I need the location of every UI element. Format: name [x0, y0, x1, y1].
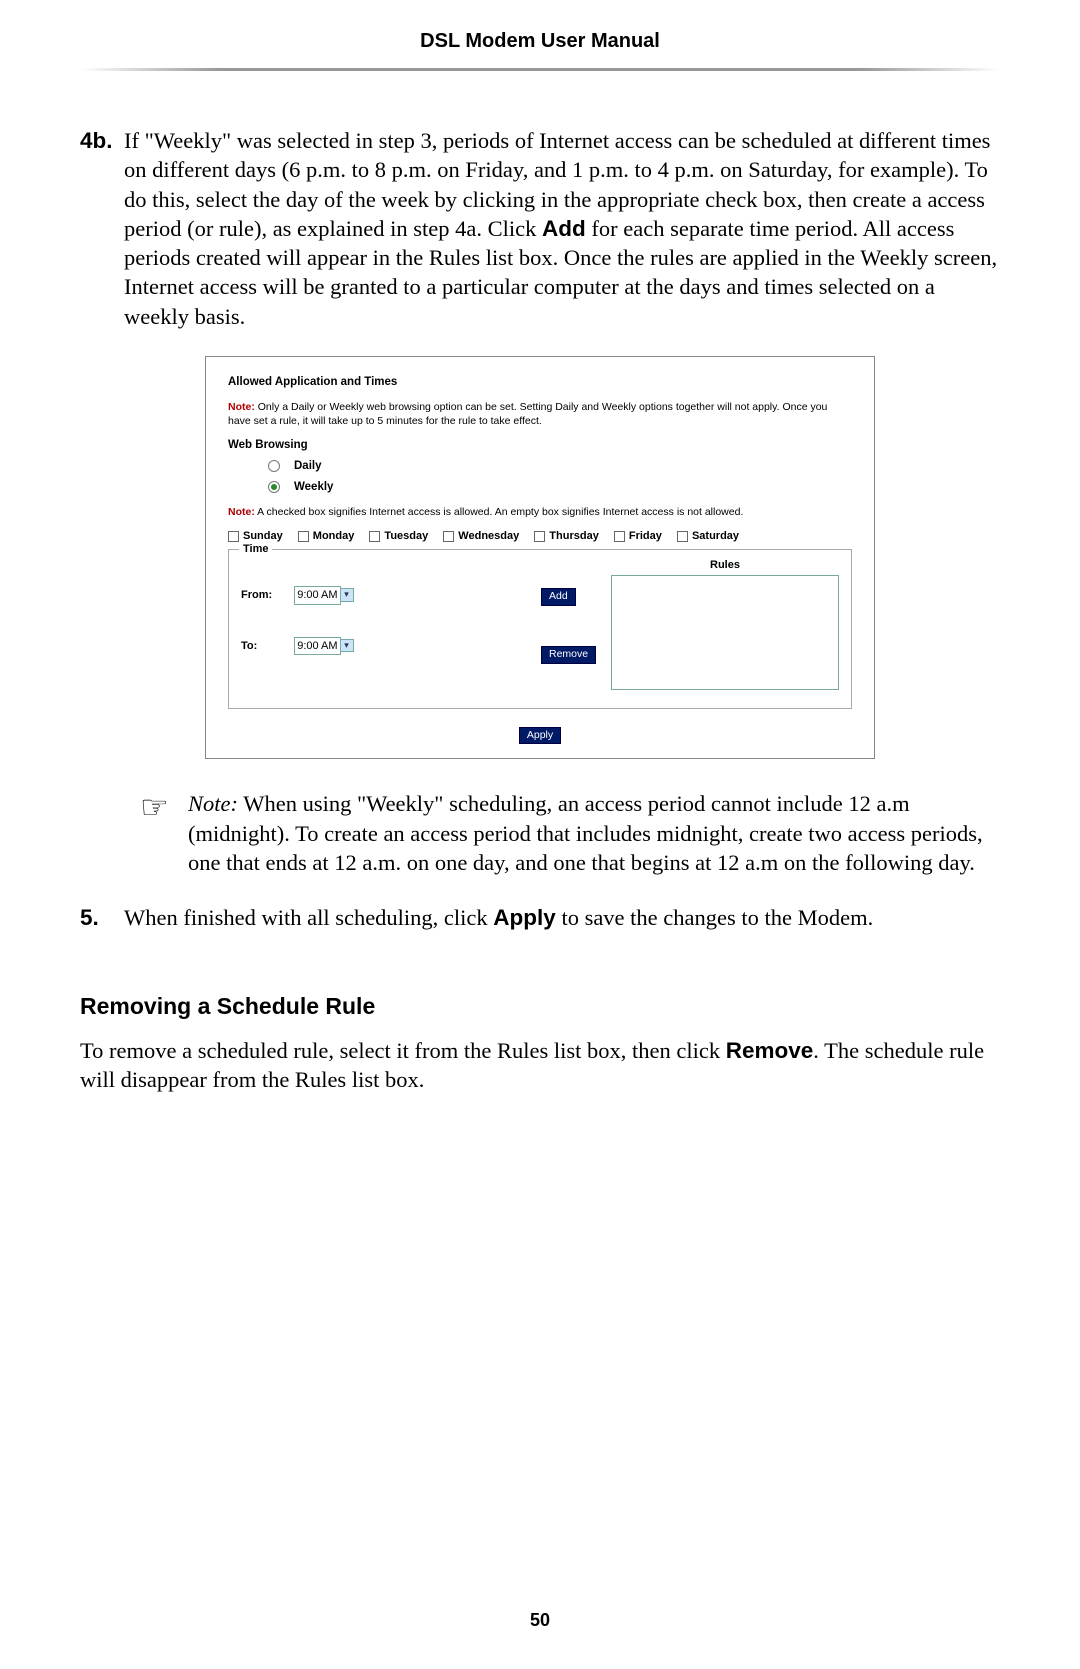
add-word: Add — [542, 216, 586, 241]
body-content: 4b. If "Weekly" was selected in step 3, … — [80, 126, 1000, 1095]
chk-wednesday[interactable] — [443, 531, 454, 542]
note1-text: Only a Daily or Weekly web browsing opti… — [228, 401, 827, 427]
add-button[interactable]: Add — [541, 588, 576, 606]
day-thursday[interactable]: Thursday — [534, 529, 599, 543]
note2-label: Note: — [228, 506, 255, 518]
panel-title: Allowed Application and Times — [228, 375, 852, 390]
lbl-tuesday: Tuesday — [384, 530, 428, 542]
chk-tuesday[interactable] — [369, 531, 380, 542]
panel-note2: Note: A checked box signifies Internet a… — [228, 505, 852, 519]
screenshot-wrap: Allowed Application and Times Note: Only… — [80, 356, 1000, 760]
day-saturday[interactable]: Saturday — [677, 529, 739, 543]
page-header: DSL Modem User Manual — [80, 30, 1000, 68]
header-divider — [80, 68, 1000, 71]
day-sunday[interactable]: Sunday — [228, 529, 283, 543]
step-5: 5. When finished with all scheduling, cl… — [80, 903, 1000, 932]
removing-heading: Removing a Schedule Rule — [80, 992, 1000, 1022]
note1-label: Note: — [228, 401, 255, 413]
radio-weekly-circle[interactable] — [268, 481, 280, 493]
day-wednesday[interactable]: Wednesday — [443, 529, 519, 543]
note2-text: A checked box signifies Internet access … — [255, 506, 744, 518]
lbl-monday: Monday — [313, 530, 355, 542]
time-fieldset: Time From: 9:00 AM▾ To: 9:00 AM▾ Add — [228, 549, 852, 708]
day-friday[interactable]: Friday — [614, 529, 662, 543]
radio-daily[interactable]: Daily — [268, 459, 852, 474]
radio-daily-label: Daily — [294, 460, 322, 472]
note-text: Note: When using "Weekly" scheduling, an… — [188, 789, 1000, 877]
step-4b-number: 4b. — [80, 126, 124, 331]
to-label: To: — [241, 639, 291, 653]
radio-weekly-label: Weekly — [294, 481, 333, 493]
apply-word: Apply — [493, 905, 556, 930]
page-number: 50 — [0, 1610, 1080, 1631]
removing-before: To remove a scheduled rule, select it fr… — [80, 1038, 726, 1063]
from-select[interactable]: 9:00 AM — [294, 586, 340, 604]
chk-saturday[interactable] — [677, 531, 688, 542]
chk-monday[interactable] — [298, 531, 309, 542]
step-5-text: When finished with all scheduling, click… — [124, 903, 1000, 932]
lbl-thursday: Thursday — [549, 530, 599, 542]
rules-title: Rules — [611, 558, 839, 572]
from-row: From: 9:00 AM▾ — [241, 586, 541, 604]
remove-word: Remove — [726, 1038, 814, 1063]
step-4b-text: If "Weekly" was selected in step 3, peri… — [124, 126, 1000, 331]
lbl-sunday: Sunday — [243, 530, 283, 542]
step5-after: to save the changes to the Modem. — [556, 905, 873, 930]
note-label: Note: — [188, 791, 238, 816]
lbl-saturday: Saturday — [692, 530, 739, 542]
remove-button[interactable]: Remove — [541, 646, 596, 664]
to-row: To: 9:00 AM▾ — [241, 637, 541, 655]
apply-button[interactable]: Apply — [519, 727, 561, 745]
chk-friday[interactable] — [614, 531, 625, 542]
lbl-friday: Friday — [629, 530, 662, 542]
lbl-wednesday: Wednesday — [458, 530, 519, 542]
web-browsing-label: Web Browsing — [228, 438, 852, 453]
rules-listbox[interactable] — [611, 575, 839, 690]
note-body: When using "Weekly" scheduling, an acces… — [188, 791, 983, 875]
step5-before: When finished with all scheduling, click — [124, 905, 493, 930]
radio-weekly[interactable]: Weekly — [268, 480, 852, 495]
time-mid: Add Remove — [541, 558, 611, 689]
panel-note1: Note: Only a Daily or Weekly web browsin… — [228, 400, 852, 428]
removing-para: To remove a scheduled rule, select it fr… — [80, 1036, 1000, 1095]
from-select-arrow[interactable]: ▾ — [340, 588, 354, 602]
step-5-number: 5. — [80, 903, 124, 932]
to-select-arrow[interactable]: ▾ — [340, 639, 354, 653]
to-select[interactable]: 9:00 AM — [294, 637, 340, 655]
chk-sunday[interactable] — [228, 531, 239, 542]
radio-daily-circle[interactable] — [268, 460, 280, 472]
day-checkboxes: Sunday Monday Tuesday Wednesday Thursday… — [228, 529, 852, 543]
time-legend: Time — [239, 542, 272, 556]
note-block: ☞ Note: When using "Weekly" scheduling, … — [140, 789, 1000, 877]
allowed-apps-panel: Allowed Application and Times Note: Only… — [205, 356, 875, 760]
chk-thursday[interactable] — [534, 531, 545, 542]
day-tuesday[interactable]: Tuesday — [369, 529, 428, 543]
note-pointing-hand-icon: ☞ — [140, 789, 188, 877]
day-monday[interactable]: Monday — [298, 529, 355, 543]
apply-row: Apply — [228, 727, 852, 745]
from-label: From: — [241, 588, 291, 602]
step-4b: 4b. If "Weekly" was selected in step 3, … — [80, 126, 1000, 331]
time-left: From: 9:00 AM▾ To: 9:00 AM▾ — [241, 558, 541, 689]
time-right: Rules — [611, 558, 839, 689]
